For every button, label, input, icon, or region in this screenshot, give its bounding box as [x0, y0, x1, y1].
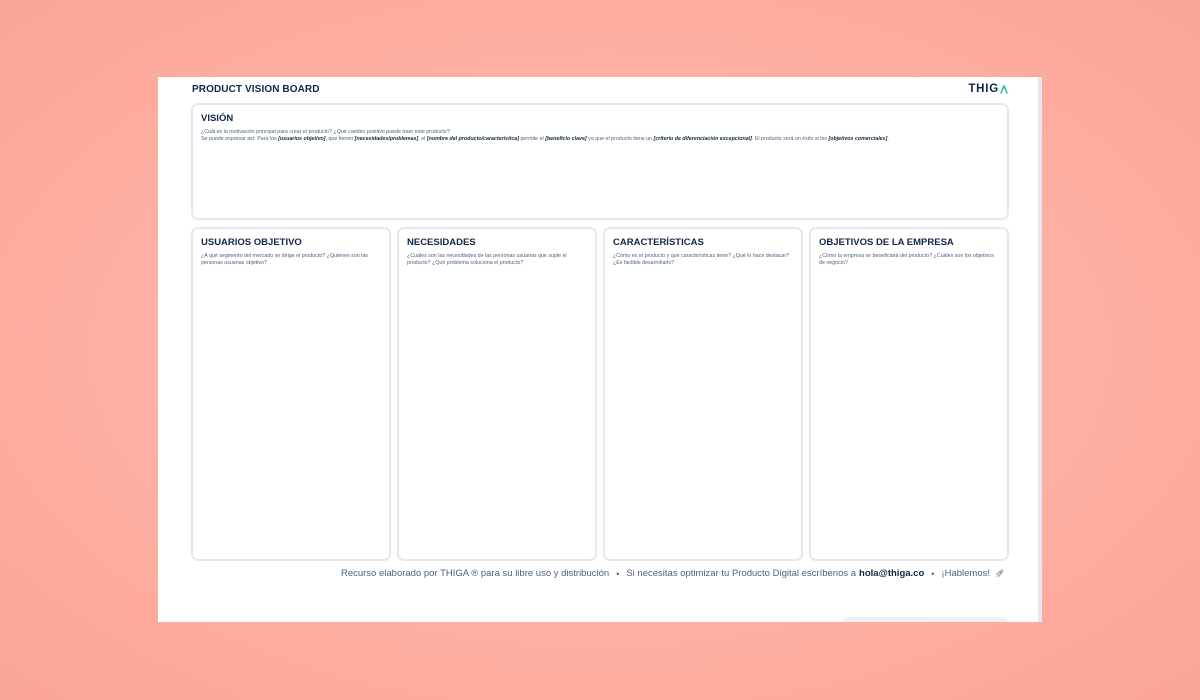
footer-cta-text: ¡Hablemos! — [941, 568, 990, 579]
column-title: CARACTERÍSTICAS — [613, 237, 704, 248]
column-description: ¿Cómo la empresa se beneficiará del prod… — [819, 253, 994, 266]
vision-title: VISIÓN — [201, 113, 234, 124]
footer-email-link[interactable]: hola@thiga.co — [859, 568, 924, 579]
column-title: USUARIOS OBJETIVO — [201, 237, 302, 248]
vision-board: PRODUCT VISION BOARD THIG VISIÓN ¿Cuál e… — [158, 77, 1042, 622]
vision-text: permite el — [518, 135, 546, 142]
vision-placeholder: [objetivos comerciales] — [828, 135, 888, 142]
footer-separator: • — [616, 568, 620, 579]
column-title: NECESIDADES — [407, 237, 476, 248]
column-description: ¿Cómo es el producto y qué característic… — [613, 253, 790, 266]
features-card[interactable]: CARACTERÍSTICAS ¿Cómo es el producto y q… — [603, 227, 803, 561]
vision-placeholder: [nombre del producto/característica] — [426, 135, 519, 142]
vision-description: ¿Cuál es la motivación principal para cr… — [201, 129, 999, 143]
vision-text: , que tienen — [325, 135, 355, 142]
footer-credits: Recurso elaborado por THIGA ® para su li… — [341, 568, 1004, 579]
board-title: PRODUCT VISION BOARD — [192, 84, 320, 95]
vision-question: ¿Cuál es la motivación principal para cr… — [201, 129, 450, 135]
vision-text: Se puede expresar así: Para los — [201, 135, 279, 142]
needs-card[interactable]: NECESIDADES ¿Cuáles son las necesidades … — [397, 227, 597, 561]
target-users-card[interactable]: USUARIOS OBJETIVO ¿A qué segmento del me… — [191, 227, 391, 561]
vision-template: Se puede expresar así: Para los [usuario… — [201, 136, 999, 143]
business-goals-card[interactable]: OBJETIVOS DE LA EMPRESA ¿Cómo la empresa… — [809, 227, 1009, 561]
footer-separator: • — [931, 568, 935, 579]
rocket-icon — [995, 569, 1004, 578]
vision-text: . — [887, 135, 889, 142]
vision-placeholder: [usuarios objetivo] — [278, 135, 326, 142]
column-description: ¿A qué segmento del mercado se dirige el… — [201, 253, 368, 266]
vision-placeholder: [necesidades/problemas] — [354, 135, 419, 142]
thiga-logo: THIG — [968, 83, 1008, 95]
partial-element — [842, 617, 1008, 622]
vision-text: . El producto será un éxito si los — [751, 135, 829, 142]
vision-text: , el — [418, 135, 427, 142]
column-title: OBJETIVOS DE LA EMPRESA — [819, 237, 954, 248]
vision-placeholder: [criterio de diferenciación excepcional] — [653, 135, 752, 142]
chevron-a-icon — [1000, 84, 1008, 94]
column-description: ¿Cuáles son las necesidades de las perso… — [407, 253, 567, 266]
footer-credit-text: Recurso elaborado por THIGA ® para su li… — [340, 568, 610, 579]
footer-contact-text: Si necesitas optimizar tu Producto Digit… — [626, 568, 857, 579]
vision-text: ya que el producto tiene un — [586, 135, 654, 142]
vision-card[interactable]: VISIÓN ¿Cuál es la motivación principal … — [191, 103, 1009, 220]
logo-text: THIG — [968, 83, 999, 95]
vision-placeholder: [beneficio clave] — [545, 135, 587, 142]
